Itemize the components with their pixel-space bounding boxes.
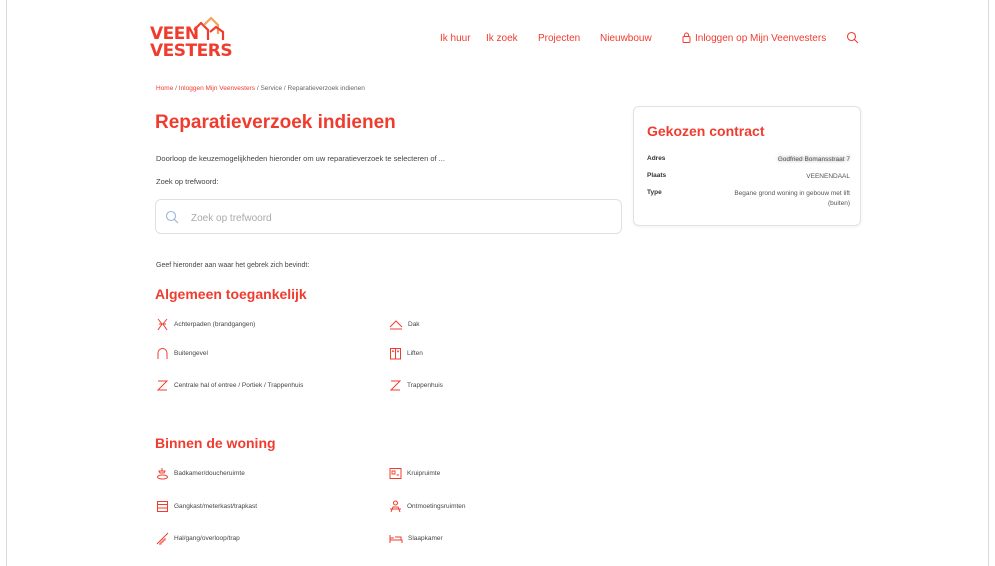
option-badkamer[interactable]: Badkamer/doucheruimte	[156, 466, 245, 480]
keyword-search-input[interactable]	[189, 208, 593, 228]
breadcrumb-service[interactable]: Service	[260, 85, 282, 92]
option-label: Dak	[408, 320, 420, 328]
nav-login-link[interactable]: Inloggen op Mijn Veenvesters	[695, 33, 826, 44]
nav-ik-zoek[interactable]: Ik zoek	[486, 33, 518, 44]
roof-icon	[389, 319, 403, 329]
option-label: Gangkast/meterkast/trapkast	[174, 502, 258, 510]
contract-value-address: Godfried Bomansstraat 7	[777, 156, 850, 163]
section-title-binnen-de-woning: Binnen de woning	[155, 435, 276, 451]
crawlspace-icon	[389, 467, 402, 479]
bed-icon	[389, 534, 403, 543]
option-achterpaden[interactable]: Achterpaden (brandgangen)	[156, 317, 255, 331]
option-label: Centrale hal of entree / Portiek / Trapp…	[174, 381, 304, 389]
chosen-contract-card: Gekozen contract Adres Godfried Bomansst…	[633, 106, 861, 226]
search-icon[interactable]	[846, 31, 859, 44]
option-liften[interactable]: Liften	[389, 346, 423, 360]
nav-projecten[interactable]: Projecten	[538, 33, 580, 44]
contract-value-city: VEENENDAAL	[806, 173, 850, 180]
page-frame	[6, 0, 989, 566]
option-label: Achterpaden (brandgangen)	[174, 320, 256, 328]
contract-key: Type	[647, 189, 662, 196]
option-label: Slaapkamer	[408, 534, 443, 542]
main-navigation: Ik huur Ik zoek Projecten Nieuwbouw Inlo…	[0, 31, 995, 49]
lock-icon	[682, 32, 691, 43]
contract-title: Gekozen contract	[647, 123, 765, 139]
option-label: Liften	[407, 349, 423, 357]
breadcrumb-current: Reparatieverzoek indienen	[287, 85, 365, 92]
option-label: Trappenhuis	[407, 381, 443, 389]
option-slaapkamer[interactable]: Slaapkamer	[389, 531, 443, 545]
stairs-icon	[389, 380, 402, 390]
intro-text: Doorloop de keuzemogelijkheden hieronder…	[156, 154, 445, 163]
search-label: Zoek op trefwoord:	[156, 177, 219, 186]
option-label: Ontmoetingsruimten	[407, 502, 466, 510]
page-title: Reparatieverzoek indienen	[155, 112, 396, 133]
contract-key: Adres	[647, 155, 666, 162]
option-buitengevel[interactable]: Buitengevel	[156, 346, 208, 360]
option-trappenhuis[interactable]: Trappenhuis	[389, 378, 443, 392]
contract-value-type: Begane grond woning in gebouw met lift (…	[734, 190, 850, 207]
option-label: Buitengevel	[174, 349, 208, 357]
search-icon	[165, 210, 179, 224]
breadcrumb-home[interactable]: Home	[156, 85, 173, 92]
contract-key: Plaats	[647, 172, 667, 179]
option-kruipruimte[interactable]: Kruipruimte	[389, 466, 440, 480]
cabinet-icon	[157, 500, 168, 512]
option-dak[interactable]: Dak	[389, 317, 420, 331]
shower-icon	[157, 467, 168, 479]
stairs-icon	[156, 380, 169, 390]
option-label: Badkamer/doucheruimte	[174, 469, 245, 477]
breadcrumb: Home / Inloggen Mijn Veenvesters / Servi…	[156, 85, 365, 92]
meeting-icon	[390, 500, 401, 512]
nav-nieuwbouw[interactable]: Nieuwbouw	[600, 33, 652, 44]
section-title-algemeen: Algemeen toegankelijk	[155, 286, 307, 302]
elevator-icon	[390, 347, 401, 359]
option-gangkast[interactable]: Gangkast/meterkast/trapkast	[156, 499, 257, 513]
keyword-search-box[interactable]	[155, 199, 622, 234]
facade-icon	[157, 347, 168, 359]
nav-ik-huur[interactable]: Ik huur	[440, 33, 471, 44]
location-question: Geef hieronder aan waar het gebrek zich …	[156, 262, 310, 269]
option-centrale-hal[interactable]: Centrale hal of entree / Portiek / Trapp…	[156, 378, 303, 392]
option-hal-gang[interactable]: Hal/gang/overloop/trap	[156, 531, 240, 545]
option-label: Hal/gang/overloop/trap	[174, 534, 240, 542]
path-icon	[157, 318, 168, 330]
hallway-stairs-icon	[156, 532, 169, 544]
option-label: Kruipruimte	[407, 469, 441, 477]
option-ontmoetingsruimten[interactable]: Ontmoetingsruimten	[389, 499, 466, 513]
breadcrumb-login[interactable]: Inloggen Mijn Veenvesters	[179, 85, 255, 92]
